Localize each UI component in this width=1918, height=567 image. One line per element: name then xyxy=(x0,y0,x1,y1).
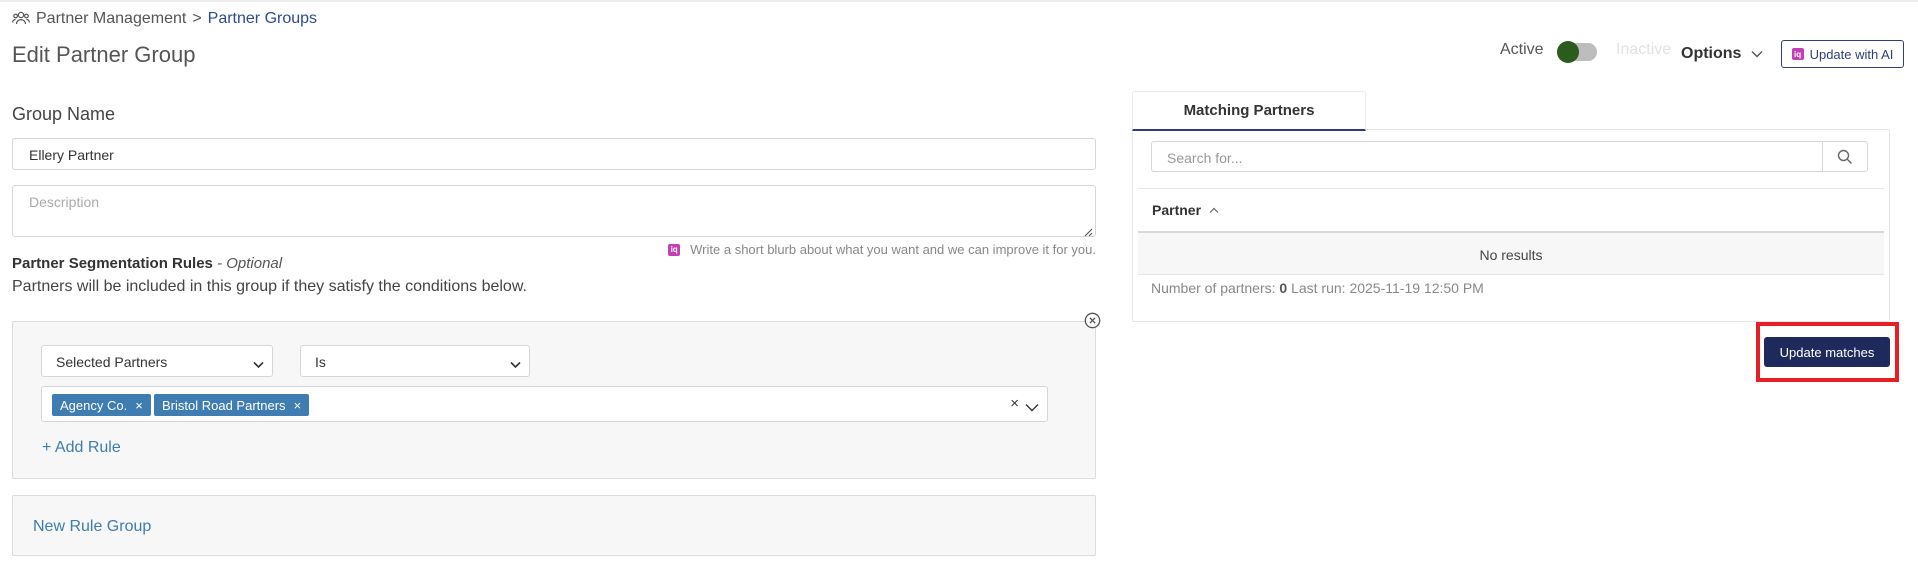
no-results-text: No results xyxy=(1479,247,1543,263)
column-header-label: Partner xyxy=(1152,202,1202,218)
value-tag: Bristol Road Partners × xyxy=(154,394,310,416)
rule-operator-value: Is xyxy=(315,354,326,370)
chevron-down-icon xyxy=(253,356,264,372)
remove-rule-group-icon[interactable] xyxy=(1084,312,1101,329)
value-tag-label: Bristol Road Partners xyxy=(162,397,286,413)
chevron-down-icon[interactable] xyxy=(1025,399,1039,417)
partner-count-label: Number of partners: xyxy=(1151,280,1276,296)
value-tag-label: Agency Co. xyxy=(60,397,128,413)
tab-matching-partners[interactable]: Matching Partners xyxy=(1132,91,1366,131)
rule-field-select[interactable]: Selected Partners xyxy=(41,345,273,377)
segmentation-optional: - Optional xyxy=(217,255,283,272)
update-with-ai-button[interactable]: iq Update with AI xyxy=(1781,40,1904,68)
chevron-down-icon xyxy=(510,356,521,372)
rule-field-value: Selected Partners xyxy=(56,354,168,370)
users-icon xyxy=(12,11,32,27)
column-header-partner[interactable]: Partner xyxy=(1152,202,1219,218)
breadcrumb-parent[interactable]: Partner Management xyxy=(36,10,186,28)
ai-blurb-hint: iq Write a short blurb about what you wa… xyxy=(668,242,1096,257)
match-summary: Number of partners: 0 Last run: 2025-11-… xyxy=(1151,280,1484,296)
resize-grip-icon[interactable] xyxy=(1083,224,1093,237)
options-dropdown[interactable]: Options xyxy=(1681,45,1763,63)
remove-tag-icon[interactable]: × xyxy=(294,398,302,413)
search-divider xyxy=(1822,142,1823,171)
update-with-ai-label: Update with AI xyxy=(1809,46,1894,62)
search-icon[interactable] xyxy=(1837,149,1853,170)
value-tag: Agency Co. × xyxy=(52,394,151,416)
breadcrumb: Partner Management > Partner Groups xyxy=(12,10,317,28)
sort-ascending-icon xyxy=(1209,207,1219,214)
group-name-input[interactable]: Ellery Partner xyxy=(12,138,1096,170)
table-divider xyxy=(1138,188,1884,189)
update-matches-button[interactable]: Update matches xyxy=(1764,337,1890,367)
table-row: No results xyxy=(1138,233,1884,275)
group-name-label: Group Name xyxy=(12,104,116,124)
rule-operator-select[interactable]: Is xyxy=(300,345,530,377)
ai-logo-icon: iq xyxy=(668,243,681,256)
ai-blurb-text: Write a short blurb about what you want … xyxy=(690,242,1096,257)
rule-values-multiselect[interactable]: Agency Co. × Bristol Road Partners × × xyxy=(41,386,1048,422)
options-label: Options xyxy=(1681,45,1742,62)
segmentation-description: Partners will be included in this group … xyxy=(12,278,527,295)
status-inactive-label: Inactive xyxy=(1616,41,1672,58)
new-rule-group[interactable]: New Rule Group xyxy=(12,495,1096,556)
last-run-value: 2025-11-19 12:50 PM xyxy=(1349,280,1484,296)
page-title: Edit Partner Group xyxy=(12,42,196,67)
breadcrumb-current[interactable]: Partner Groups xyxy=(208,10,317,28)
clear-values-icon[interactable]: × xyxy=(1010,395,1019,412)
status-active-label: Active xyxy=(1500,41,1544,58)
remove-tag-icon[interactable]: × xyxy=(135,398,143,413)
toggle-knob xyxy=(1557,41,1579,63)
breadcrumb-separator: > xyxy=(192,10,202,27)
top-border xyxy=(0,0,1918,2)
partner-count-value: 0 xyxy=(1279,280,1288,296)
description-placeholder: Description xyxy=(29,194,100,210)
search-input[interactable]: Search for... xyxy=(1167,150,1242,166)
segmentation-title-text: Partner Segmentation Rules xyxy=(12,255,213,272)
add-rule-link[interactable]: + Add Rule xyxy=(42,439,121,457)
last-run-label: Last run: xyxy=(1291,280,1346,296)
new-rule-group-link[interactable]: New Rule Group xyxy=(33,518,151,536)
status-toggle[interactable] xyxy=(1557,41,1597,63)
partner-search[interactable]: Search for... xyxy=(1151,141,1868,172)
segmentation-title: Partner Segmentation Rules - Optional xyxy=(12,255,282,272)
description-textarea[interactable]: Description xyxy=(12,185,1096,237)
chevron-down-icon xyxy=(1751,50,1763,58)
ai-logo-icon: iq xyxy=(1791,48,1804,60)
